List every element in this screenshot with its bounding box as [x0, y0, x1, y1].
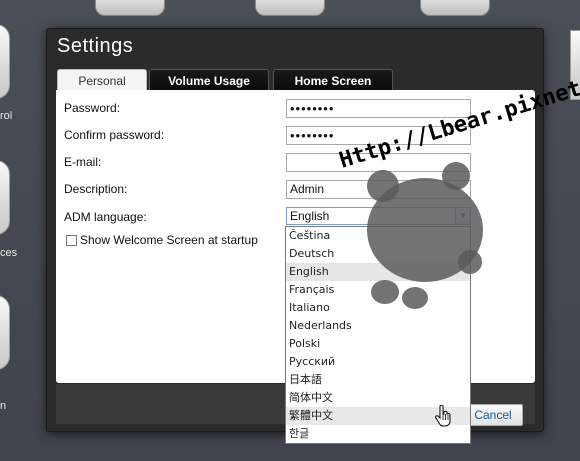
desktop-app-label: ces [0, 247, 18, 259]
tab-personal[interactable]: Personal [57, 69, 147, 91]
language-option[interactable]: Italiano [286, 299, 470, 317]
password-field[interactable]: •••••••• [286, 99, 471, 118]
email-field[interactable] [286, 153, 471, 172]
language-option[interactable]: 한글 [286, 425, 470, 443]
desktop-app-icon[interactable] [570, 30, 580, 100]
language-select[interactable]: English ▼ [286, 207, 471, 225]
language-option[interactable]: Deutsch [286, 245, 470, 263]
desktop-app-label: rol [0, 110, 13, 122]
welcome-screen-checkbox[interactable] [66, 235, 77, 246]
desktop-app-icon[interactable] [0, 295, 10, 370]
language-option[interactable]: Русский [286, 353, 470, 371]
hand-cursor-icon [435, 405, 451, 427]
chevron-down-icon[interactable]: ▼ [455, 208, 470, 224]
language-label: ADM language: [64, 210, 147, 224]
email-label: E-mail: [64, 155, 102, 169]
password-label: Password: [64, 101, 121, 115]
desktop-app-icon[interactable] [0, 24, 10, 99]
desktop-app-icon[interactable] [420, 0, 490, 16]
description-label: Description: [64, 182, 128, 196]
desktop-app-icon[interactable] [0, 160, 10, 235]
language-option[interactable]: Čeština [286, 227, 470, 245]
language-option[interactable]: Nederlands [286, 317, 470, 335]
tab-volume-usage[interactable]: Volume Usage [149, 69, 269, 91]
confirm-password-label: Confirm password: [64, 128, 165, 142]
language-option[interactable]: English [286, 263, 470, 281]
welcome-screen-label: Show Welcome Screen at startup [80, 233, 258, 247]
language-option[interactable]: 日本語 [286, 371, 470, 389]
desktop-app-label: n [0, 400, 7, 412]
tab-home-screen[interactable]: Home Screen [273, 69, 393, 91]
confirm-password-field[interactable]: •••••••• [286, 126, 471, 145]
language-select-value: English [290, 209, 330, 223]
desktop-app-icon[interactable] [95, 0, 165, 16]
language-option[interactable]: Polski [286, 335, 470, 353]
dialog-title: Settings [57, 35, 134, 57]
description-field[interactable]: Admin [286, 180, 471, 199]
language-option[interactable]: Français [286, 281, 470, 299]
cancel-button[interactable]: Cancel [463, 404, 523, 426]
desktop-app-icon[interactable] [255, 0, 325, 16]
